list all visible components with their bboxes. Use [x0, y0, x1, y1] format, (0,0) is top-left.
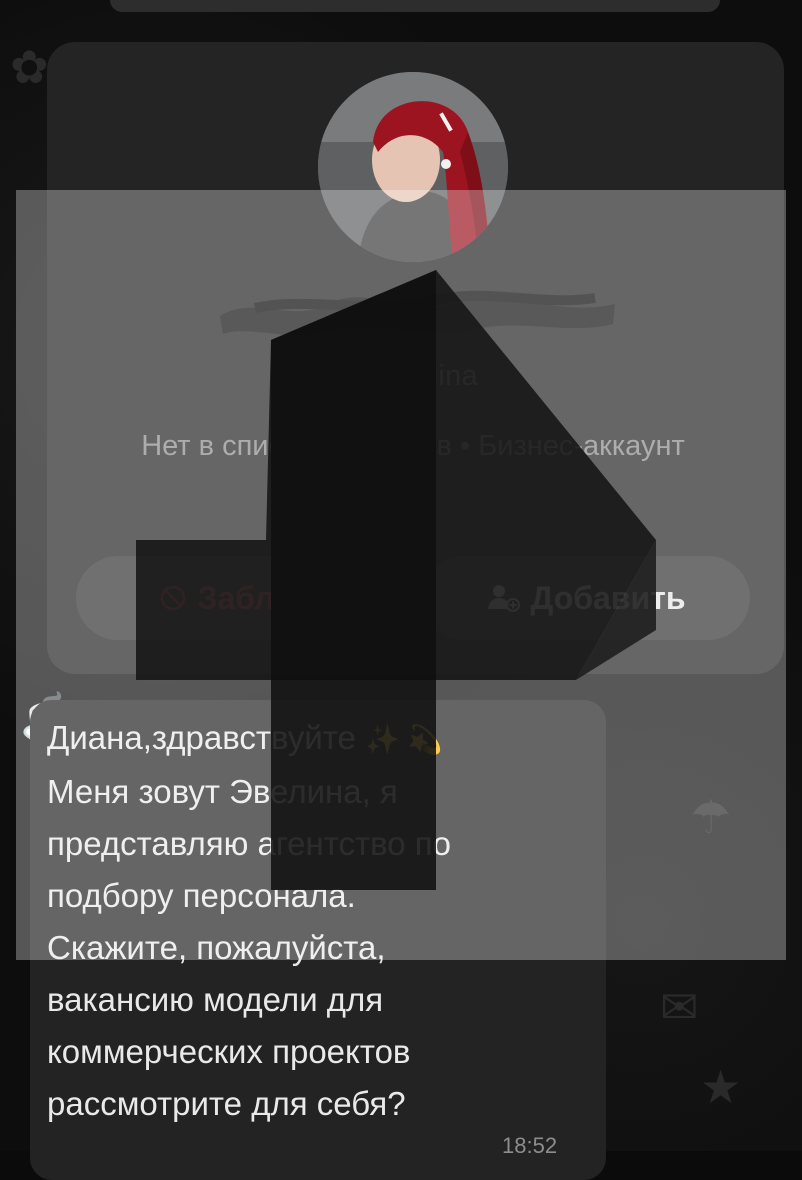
add-contact-icon: [487, 583, 521, 613]
message-line: Скажите, пожалуйста,: [47, 929, 386, 966]
contact-status-text: Нет в списке контактов • Бизнес-аккаунт: [141, 430, 685, 462]
redacted-contact-name: [220, 290, 615, 335]
message-text: Диана,здравствуйте ✨ 💫 Меня зовут Эвелин…: [47, 712, 607, 1130]
no-entry-icon: [159, 584, 187, 612]
doodle-icon: ★: [700, 1061, 742, 1113]
avatar-photo-icon: [318, 72, 508, 262]
message-line: представляю агентство по: [47, 825, 452, 862]
message-line: вакансию модели для: [47, 981, 384, 1018]
block-button-label: Заблок.: [197, 579, 319, 616]
doodle-icon: ✿: [10, 41, 49, 93]
add-contact-button-label: Добавить: [530, 579, 686, 616]
message-line: рассмотрите для себя?: [47, 1085, 406, 1122]
previous-bubble-edge: [110, 0, 720, 12]
doodle-icon: ☂: [690, 791, 732, 843]
avatar[interactable]: [318, 72, 508, 262]
message-line: коммерческих проектов: [47, 1033, 411, 1070]
message-line: подбору персонала.: [47, 877, 356, 914]
doodle-icon: ✉: [660, 981, 699, 1033]
message-line: Диана,здравствуйте ✨ 💫: [47, 719, 443, 756]
contact-username: ~Hr Evelina: [323, 360, 478, 392]
block-button[interactable]: Заблок.: [76, 556, 402, 640]
add-contact-button[interactable]: Добавить: [422, 556, 750, 640]
message-timestamp: 18:52: [502, 1133, 558, 1158]
message-line: Меня зовут Эвелина, я: [47, 773, 398, 810]
